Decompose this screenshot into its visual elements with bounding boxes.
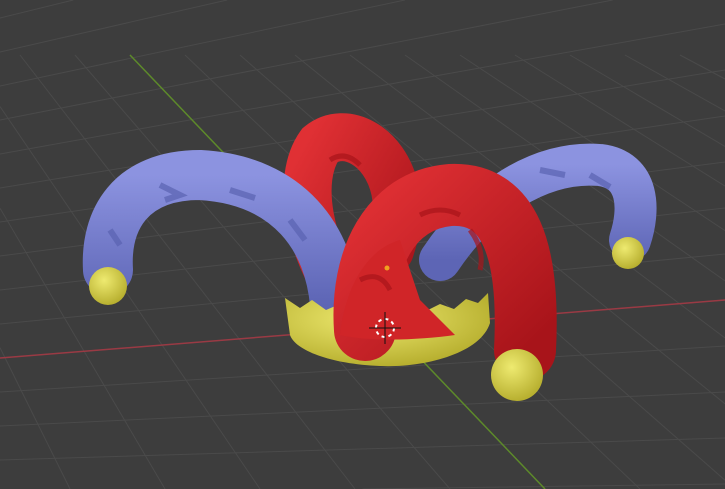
grid-line	[0, 347, 71, 489]
grid-line	[184, 54, 641, 489]
jester-hat-model[interactable]	[82, 113, 657, 401]
object-origin-icon[interactable]	[384, 265, 390, 271]
grid-line	[679, 54, 725, 80]
grid-line	[0, 437, 725, 461]
grid-line	[0, 0, 228, 53]
blue-horn-left	[82, 149, 360, 330]
viewport-canvas[interactable]	[0, 0, 725, 489]
bell-right	[612, 237, 644, 269]
grid-line	[0, 0, 406, 87]
bell-left	[89, 267, 127, 305]
grid-line	[624, 54, 725, 112]
grid-line	[569, 54, 725, 147]
grid-line	[0, 207, 166, 489]
grid-line	[0, 0, 74, 19]
3d-viewport[interactable]	[0, 0, 725, 489]
grid-line	[0, 391, 725, 427]
grid-line	[0, 0, 613, 121]
bell-front	[491, 349, 543, 401]
